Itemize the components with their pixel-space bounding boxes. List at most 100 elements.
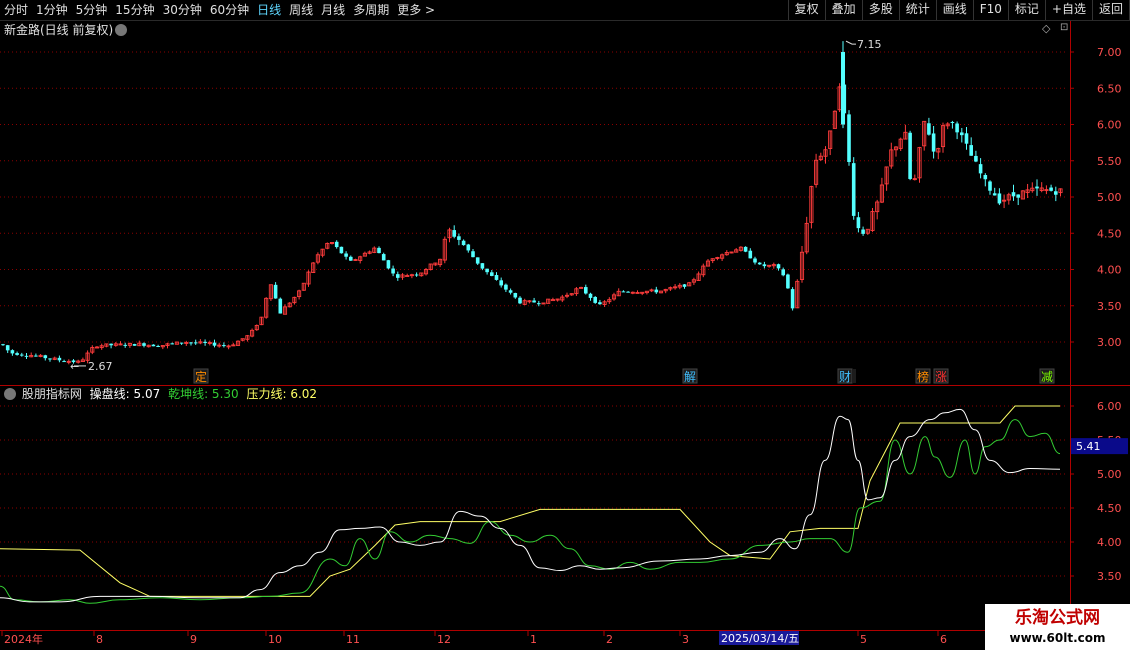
time-tick-label: 9 (190, 633, 197, 646)
dropdown-circle-icon[interactable] (115, 23, 128, 36)
diamond-icon[interactable]: ◇ (1042, 22, 1050, 35)
candle-body (588, 293, 593, 298)
candle-body (189, 342, 193, 344)
watermark-title: 乐淘公式网 (1015, 608, 1100, 628)
candle-body (490, 272, 494, 276)
chart-canvas[interactable]: 7.15 ← 2.67 定 解 财 榜涨 减 7.00 6.50 6.00 5.50 5.00 4.50… (0, 0, 1130, 650)
candle-body (856, 217, 861, 229)
candle-body (682, 284, 687, 287)
candle-body (550, 299, 555, 302)
candle-body (156, 346, 160, 348)
candle-body (62, 361, 66, 363)
period-tab[interactable]: 更多 > (393, 0, 439, 20)
candle-body (212, 342, 217, 346)
price-tick-label: 3.00 (1097, 336, 1122, 349)
period-tab[interactable]: 多周期 (349, 0, 393, 20)
high-price-label: 7.15 (857, 38, 882, 51)
high-pointer (845, 40, 856, 45)
period-tab[interactable]: 1分钟 (32, 0, 72, 20)
indicator-menu-icon[interactable] (4, 387, 16, 400)
candle-body (593, 296, 597, 303)
indicator-name: 股朋指标网 (21, 387, 82, 401)
toolbar-button[interactable]: 统计 (898, 0, 937, 20)
toolbar-button[interactable]: 复权 (787, 0, 826, 20)
candle-body (339, 246, 344, 254)
period-tab[interactable]: 分时 (0, 0, 32, 20)
candle-body (109, 343, 113, 346)
toolbar-button[interactable]: 标记 (1007, 0, 1046, 20)
period-tab[interactable]: 日线 (253, 0, 285, 20)
period-tab[interactable]: 周线 (285, 0, 317, 20)
candle-body (504, 284, 508, 290)
candle-body (142, 343, 146, 346)
axis-layer: 7.00 6.50 6.00 5.50 5.00 4.50 4.00 3.50 3.00 6.00… (0, 20, 1130, 646)
expand-icon[interactable]: ⊡ (1060, 22, 1068, 33)
period-tab[interactable]: 15分钟 (111, 0, 158, 20)
period-tabs: 分时 1分钟 5分钟 15分钟 30分钟 60分钟 日线 周线 月线 多周期 更多 > (0, 0, 439, 20)
period-tab[interactable]: 30分钟 (159, 0, 206, 20)
indicator-header: 股朋指标网 操盘线: 5.07 乾坤线: 5.30 压力线: 6.02 (0, 386, 321, 402)
candle-body (480, 263, 485, 269)
time-tick-label: 3 (682, 633, 689, 646)
candle-body (950, 121, 955, 123)
period-toolbar: 分时 1分钟 5分钟 15分钟 30分钟 60分钟 日线 周线 月线 多周期 更多 > 复权 叠加 多股… (0, 0, 1130, 21)
toolbar-button[interactable]: 叠加 (824, 0, 863, 20)
candle-body (518, 297, 522, 304)
watermark-url: www.60lt.com (1009, 631, 1106, 645)
price-tick-label: 3.50 (1097, 300, 1122, 313)
candle-body (964, 133, 969, 144)
candle-body (1049, 187, 1053, 191)
candle-body (5, 345, 10, 351)
candle-body (537, 303, 541, 305)
candle-body (396, 274, 400, 278)
candle-body (170, 343, 174, 345)
candle-body (584, 287, 588, 294)
candle-body (57, 357, 62, 361)
toolbar-button[interactable]: 多股 (861, 0, 900, 20)
candle-body (974, 155, 978, 162)
candle-body (997, 193, 1002, 204)
candle-body (992, 193, 997, 196)
period-tab[interactable]: 60分钟 (206, 0, 253, 20)
line1-value: 操盘线: 5.07 (89, 387, 161, 401)
candle-body (621, 291, 626, 293)
candle-body (1, 344, 5, 346)
candle-body (132, 344, 137, 346)
candle-body (841, 52, 845, 125)
crosshair-date-label: 2025/03/14/五 (721, 632, 799, 645)
toolbar-button[interactable]: F10 (972, 0, 1009, 20)
candle-body (349, 256, 353, 261)
candle-body (781, 269, 785, 276)
candle-body (414, 274, 419, 276)
candle-body (1035, 186, 1039, 189)
toolbar-button[interactable]: 画线 (935, 0, 974, 20)
candle-body (461, 240, 466, 246)
candle-body (861, 229, 865, 234)
candle-body (1054, 191, 1058, 195)
indicator-tick-label: 6.00 (1097, 400, 1122, 413)
event-marker-text: 减 (1041, 370, 1053, 384)
toolbar-button[interactable]: +自选 (1044, 0, 1093, 20)
candle-body (24, 355, 29, 357)
low-arrow-icon: ← (70, 360, 79, 373)
candle-body (499, 280, 503, 286)
candle-body (485, 268, 489, 273)
candle-body (386, 260, 391, 269)
event-marker-text: 解 (684, 370, 696, 384)
candle-body (978, 164, 983, 174)
period-tab[interactable]: 月线 (317, 0, 349, 20)
candle-body (475, 257, 480, 264)
candle-body (983, 175, 988, 180)
toolbar-button[interactable]: 返回 (1091, 0, 1130, 20)
candle-body (457, 236, 461, 240)
time-tick-label: 2 (606, 633, 613, 646)
event-marker-text: 定 (195, 369, 207, 384)
low-price-label: 2.67 (88, 360, 113, 373)
candle-body (927, 123, 931, 135)
candle-body (743, 246, 748, 252)
period-tab[interactable]: 5分钟 (72, 0, 112, 20)
candle-body (969, 145, 973, 156)
line3-value: 压力线: 6.02 (246, 387, 318, 401)
price-tick-label: 6.50 (1097, 82, 1122, 95)
event-marker-text: 榜 (917, 369, 929, 384)
